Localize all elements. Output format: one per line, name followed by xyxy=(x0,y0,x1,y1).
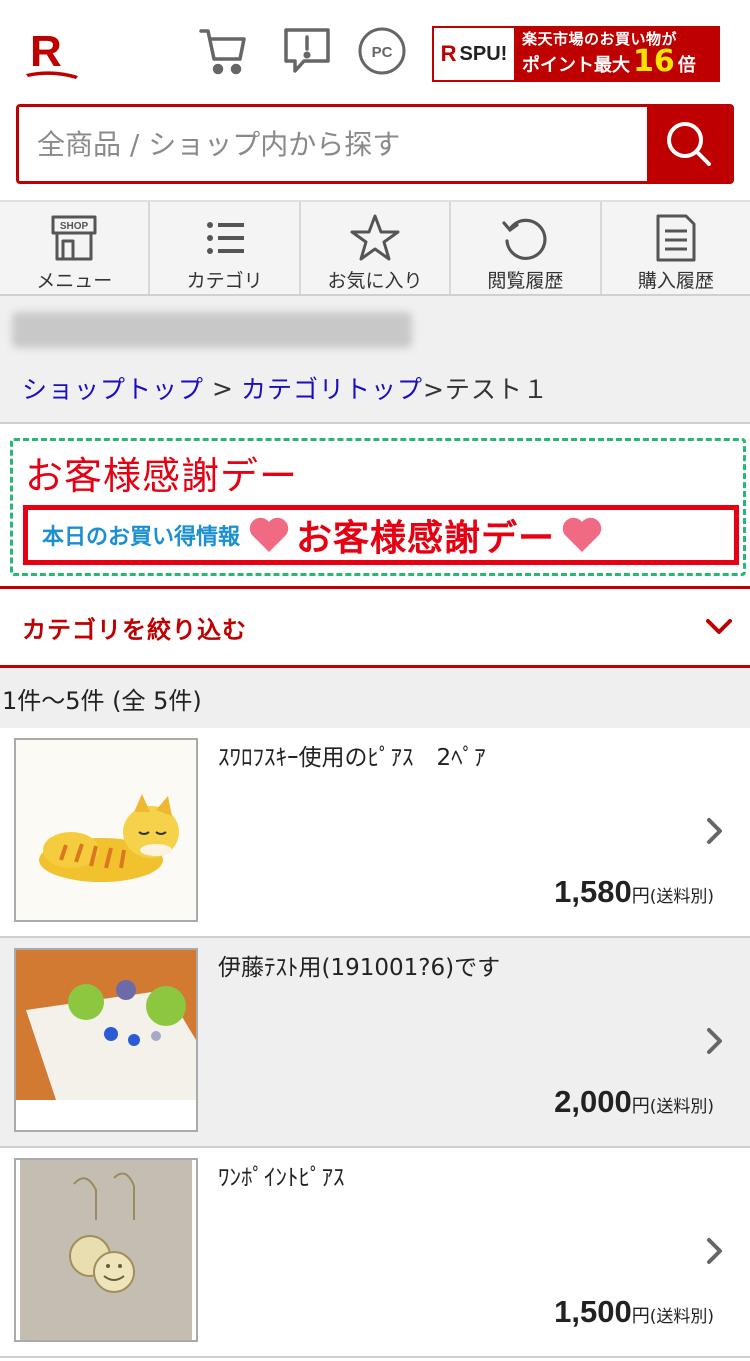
pc-icon[interactable]: PC xyxy=(355,24,409,78)
product-price: 2,000 円 (送料別) xyxy=(554,1084,714,1120)
chevron-right-icon xyxy=(707,818,722,844)
rakuten-logo[interactable]: R xyxy=(24,24,80,82)
spu-banner[interactable]: R SPU! 楽天市場のお買い物が ポイント最大 16 倍 xyxy=(432,26,720,82)
list-icon xyxy=(200,212,250,264)
nav-label-favorites: お気に入り xyxy=(327,270,423,292)
spu-r: R xyxy=(440,41,457,66)
shop-icon-text: SHOP xyxy=(60,221,89,232)
shipping-note: (送料別) xyxy=(649,1307,714,1327)
chevron-right-icon xyxy=(707,1028,722,1054)
shipping-note: (送料別) xyxy=(649,887,714,907)
product-price: 1,580 円 (送料別) xyxy=(554,874,714,910)
spu-line2-pre: ポイント最大 xyxy=(522,54,630,76)
shop-name-redacted xyxy=(12,312,412,348)
product-thumbnail[interactable] xyxy=(14,1158,198,1342)
nav-favorites[interactable]: お気に入り xyxy=(301,202,452,294)
shop-nav: SHOP メニュー カテゴリ お気に入り 閲覧履歴 購入履歴 xyxy=(0,200,750,296)
nav-label-browsing-history: 閲覧履歴 xyxy=(487,270,564,292)
shipping-note: (送料別) xyxy=(649,1097,714,1117)
cart-icon[interactable] xyxy=(196,24,250,78)
price-currency: 円 xyxy=(631,886,650,907)
banner-title: お客様感謝デー xyxy=(25,454,299,498)
price-value: 1,580 xyxy=(554,874,632,909)
price-value: 1,500 xyxy=(554,1294,632,1329)
nav-menu[interactable]: SHOP メニュー xyxy=(0,202,151,294)
search-icon xyxy=(667,122,711,166)
heart-icon xyxy=(249,517,289,552)
inquiry-icon[interactable] xyxy=(280,24,334,78)
breadcrumb-shop-top[interactable]: ショップトップ xyxy=(22,370,204,406)
product-thumbnail[interactable] xyxy=(14,948,198,1132)
breadcrumb-current: >テスト１ xyxy=(422,375,549,404)
spu-line2: ポイント最大 16 倍 xyxy=(522,43,718,79)
search-input[interactable] xyxy=(19,107,647,181)
product-item[interactable]: 伊藤ﾃｽﾄ用(191001?6)です 2,000 円 (送料別) xyxy=(0,938,750,1148)
product-item[interactable]: ﾜﾝﾎﾟｲﾝﾄﾋﾟｱｽ 1,500 円 (送料別) xyxy=(0,1148,750,1358)
chevron-right-icon xyxy=(707,1238,722,1264)
spu-line2-num: 16 xyxy=(633,43,675,79)
svg-text:R: R xyxy=(30,27,62,76)
product-thumbnail[interactable] xyxy=(14,738,198,922)
spu-text: 楽天市場のお買い物が ポイント最大 16 倍 xyxy=(514,28,718,80)
history-icon xyxy=(500,212,550,264)
promo-banner: お客様感謝デー 本日のお買い得情報 お客様感謝デー xyxy=(10,438,746,576)
banner-image[interactable]: 本日のお買い得情報 お客様感謝デー xyxy=(23,505,739,565)
product-name[interactable]: 伊藤ﾃｽﾄ用(191001?6)です xyxy=(218,948,500,982)
shop-info: ショップトップ > カテゴリトップ >テスト１ xyxy=(0,296,750,424)
category-filter-label: カテゴリを絞り込む xyxy=(22,615,247,644)
product-item[interactable]: ｽﾜﾛﾌｽｷｰ使用のﾋﾟｱｽ 2ﾍﾟｱ 1,580 円 (送料別) xyxy=(0,728,750,938)
price-value: 2,000 xyxy=(554,1084,632,1119)
search-button[interactable] xyxy=(647,107,731,181)
nav-label-purchase-history: 購入履歴 xyxy=(637,270,714,292)
receipt-icon xyxy=(653,212,699,264)
spu-logo: R SPU! xyxy=(434,28,514,80)
nav-label-menu: メニュー xyxy=(36,270,113,292)
nav-category[interactable]: カテゴリ xyxy=(150,202,301,294)
price-currency: 円 xyxy=(631,1096,650,1117)
banner-image-big-text: お客様感謝デー xyxy=(296,518,556,559)
result-count: 1件〜5件 (全 5件) xyxy=(0,668,750,728)
spu-line1: 楽天市場のお買い物が xyxy=(522,30,678,49)
shop-icon: SHOP xyxy=(49,212,99,264)
price-currency: 円 xyxy=(631,1306,650,1327)
chevron-down-icon xyxy=(706,619,732,634)
product-list: ｽﾜﾛﾌｽｷｰ使用のﾋﾟｱｽ 2ﾍﾟｱ 1,580 円 (送料別) 伊藤ﾃｽﾄ用… xyxy=(0,728,750,1358)
nav-purchase-history[interactable]: 購入履歴 xyxy=(602,202,750,294)
breadcrumb: ショップトップ > カテゴリトップ >テスト１ xyxy=(22,370,549,406)
pc-label: PC xyxy=(372,44,393,61)
banner-image-small-text: 本日のお買い得情報 xyxy=(42,525,241,550)
search-bar xyxy=(16,104,734,184)
nav-browsing-history[interactable]: 閲覧履歴 xyxy=(451,202,602,294)
header: R PC R SPU! 楽天市場のお買い物が ポイント最大 16 倍 xyxy=(0,0,750,100)
spu-line2-post: 倍 xyxy=(677,54,696,76)
breadcrumb-separator: > xyxy=(212,373,233,403)
nav-label-category: カテゴリ xyxy=(186,270,263,292)
category-filter[interactable]: カテゴリを絞り込む xyxy=(0,586,750,668)
product-name[interactable]: ﾜﾝﾎﾟｲﾝﾄﾋﾟｱｽ xyxy=(218,1158,345,1192)
product-price: 1,500 円 (送料別) xyxy=(554,1294,714,1330)
star-icon xyxy=(349,212,401,264)
heart-icon xyxy=(562,517,602,552)
product-name[interactable]: ｽﾜﾛﾌｽｷｰ使用のﾋﾟｱｽ 2ﾍﾟｱ xyxy=(218,738,486,772)
spu-label: SPU! xyxy=(459,42,508,65)
breadcrumb-category-top[interactable]: カテゴリトップ xyxy=(241,370,423,406)
